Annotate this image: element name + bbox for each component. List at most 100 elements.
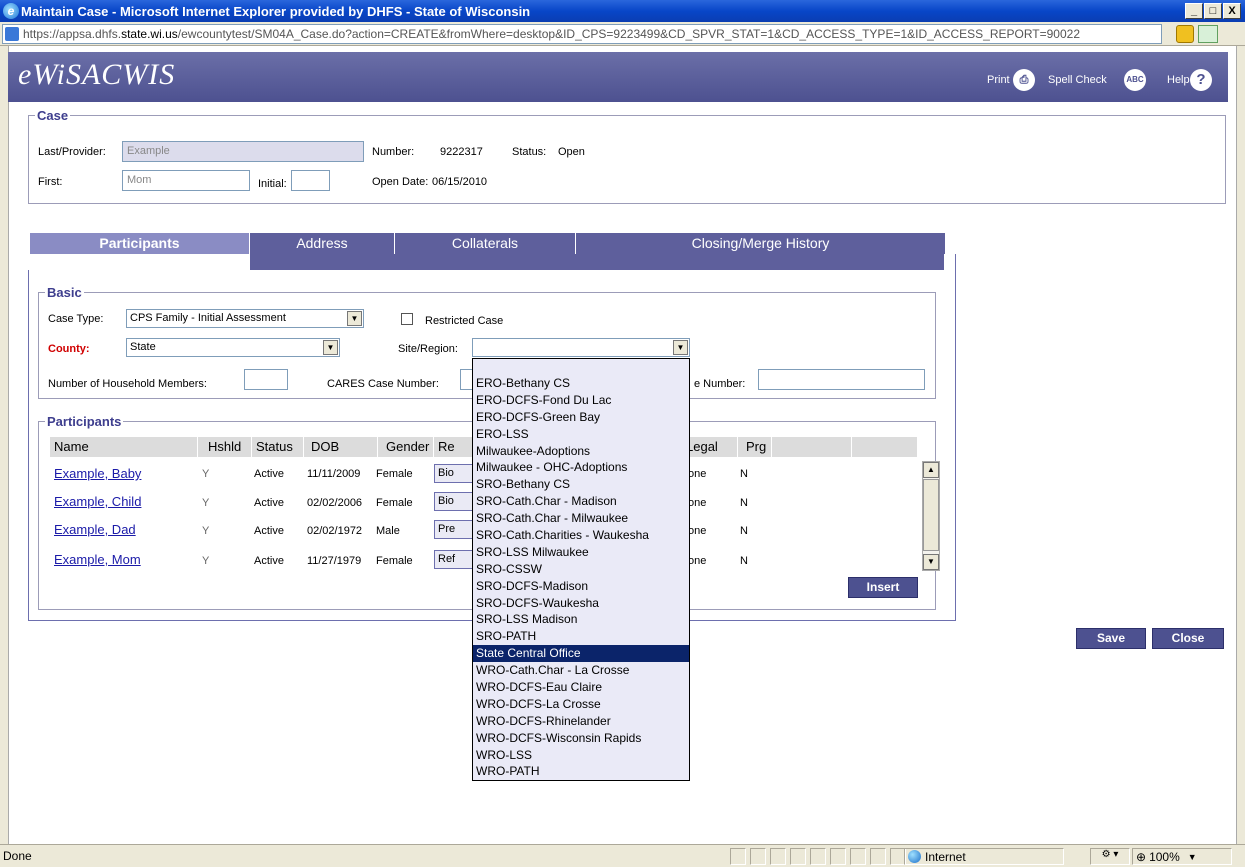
window-titlebar[interactable]: e Maintain Case - Microsoft Internet Exp… [0, 0, 1245, 22]
address-input[interactable]: https://appsa.dhfs. state.wi.us/ewcountyt… [2, 24, 1162, 44]
household-members-input[interactable] [244, 369, 288, 390]
dropdown-option[interactable]: SRO-PATH [473, 628, 689, 645]
participant-link[interactable]: Example, Baby [54, 466, 141, 481]
legal-cell: one [688, 497, 707, 509]
help-link[interactable]: Help [1167, 74, 1190, 86]
help-icon[interactable]: ? [1190, 69, 1212, 91]
dropdown-option[interactable]: Milwaukee-Adoptions [473, 443, 689, 460]
hshld-cell: Y [202, 497, 210, 509]
status-cell-1 [730, 848, 746, 865]
dropdown-option[interactable]: SRO-DCFS-Madison [473, 578, 689, 595]
dropdown-option[interactable]: ERO-DCFS-Fond Du Lac [473, 392, 689, 409]
dob-cell: 11/11/2009 [307, 468, 361, 480]
gender-cell: Female [376, 555, 413, 567]
dropdown-options: ERO-Bethany CS ERO-DCFS-Fond Du Lac ERO-DC… [473, 375, 689, 780]
scroll-thumb[interactable] [923, 479, 939, 551]
dropdown-option[interactable]: WRO-LSS [473, 747, 689, 764]
col-extra-2 [852, 437, 918, 457]
tab-closing-merge-history[interactable]: Closing/Merge History [576, 233, 946, 254]
tab-participants[interactable]: Participants [30, 233, 250, 254]
open-date-value: 06/15/2010 [432, 176, 488, 188]
magnifier-icon: ⊕ [1136, 849, 1147, 864]
status-cell-5 [810, 848, 826, 865]
last-provider-input[interactable]: Example [122, 141, 364, 162]
close-button[interactable]: Close [1152, 628, 1224, 649]
site-region-dropdown-list[interactable]: ERO-Bethany CS ERO-DCFS-Fond Du Lac ERO-DC… [472, 358, 690, 781]
case-type-select[interactable]: CPS Family - Initial Assessment ▼ [126, 309, 364, 328]
dropdown-option[interactable]: SRO-Cath.Charities - Waukesha [473, 527, 689, 544]
window-frame-left [0, 46, 9, 844]
dropdown-option[interactable]: ERO-LSS [473, 426, 689, 443]
participant-link[interactable]: Example, Dad [54, 522, 136, 537]
save-button[interactable]: Save [1076, 628, 1146, 649]
legal-cell: one [688, 525, 707, 537]
number-label: Number: [372, 146, 415, 158]
dropdown-option[interactable]: WRO-Cath.Char - La Crosse [473, 662, 689, 679]
dropdown-option[interactable]: Milwaukee - OHC-Adoptions [473, 459, 689, 476]
dropdown-option[interactable]: SRO-Bethany CS [473, 476, 689, 493]
status-cell-8 [870, 848, 886, 865]
print-link[interactable]: Print [987, 74, 1010, 86]
relationship-select[interactable]: Ref [434, 550, 474, 569]
scroll-up-icon[interactable]: ▲ [923, 462, 939, 478]
dropdown-option[interactable]: SRO-Cath.Char - Milwaukee [473, 510, 689, 527]
other-number-label: e Number: [694, 378, 746, 390]
dropdown-blank-option[interactable] [473, 359, 689, 375]
printer-icon[interactable]: ⎙ [1013, 69, 1035, 91]
minimize-button[interactable]: _ [1185, 3, 1203, 19]
relationship-select[interactable]: Bio [434, 492, 474, 511]
security-zone[interactable]: Internet [904, 848, 1064, 865]
col-status: Status [252, 437, 304, 457]
dropdown-option[interactable]: SRO-Cath.Char - Madison [473, 493, 689, 510]
tab-active-gap [28, 254, 250, 270]
dropdown-option[interactable]: SRO-LSS Milwaukee [473, 544, 689, 561]
tab-collaterals[interactable]: Collaterals [395, 233, 576, 254]
participants-scrollbar[interactable]: ▲ ▼ [922, 461, 940, 571]
hshld-cell: Y [202, 468, 210, 480]
gender-cell: Female [376, 468, 413, 480]
maximize-button[interactable]: □ [1204, 3, 1222, 19]
dropdown-option[interactable]: ERO-DCFS-Green Bay [473, 409, 689, 426]
protected-mode-icon[interactable]: ⚙ ▾ [1090, 848, 1130, 865]
initial-input[interactable] [291, 170, 330, 191]
status-cell: Active [254, 555, 284, 567]
close-window-button[interactable]: X [1223, 3, 1241, 19]
relationship-select[interactable]: Bio [434, 464, 474, 483]
col-dob: DOB [304, 437, 378, 457]
dropdown-option[interactable]: SRO-DCFS-Waukesha [473, 595, 689, 612]
tab-address[interactable]: Address [250, 233, 395, 254]
other-number-input[interactable] [758, 369, 925, 390]
participant-link[interactable]: Example, Child [54, 494, 141, 509]
dropdown-option[interactable]: WRO-PATH [473, 763, 689, 780]
gender-cell: Male [376, 525, 400, 537]
dropdown-option[interactable]: SRO-LSS Madison [473, 611, 689, 628]
status-cell: Active [254, 525, 284, 537]
relationship-select[interactable]: Pre [434, 520, 474, 539]
scroll-down-icon[interactable]: ▼ [923, 554, 939, 570]
county-select[interactable]: State ▼ [126, 338, 340, 357]
dropdown-option[interactable]: ERO-Bethany CS [473, 375, 689, 392]
dropdown-option[interactable]: State Central Office [473, 645, 689, 663]
col-prg: Prg [738, 437, 772, 457]
restricted-case-label: Restricted Case [425, 315, 504, 327]
participant-link[interactable]: Example, Mom [54, 552, 141, 567]
county-label: County: [48, 343, 90, 355]
dropdown-option[interactable]: WRO-DCFS-Eau Claire [473, 679, 689, 696]
legal-cell: one [688, 555, 707, 567]
lock-icon[interactable] [1176, 25, 1194, 43]
last-provider-label: Last/Provider: [38, 146, 106, 158]
dropdown-option[interactable]: WRO-DCFS-Wisconsin Rapids [473, 730, 689, 747]
zoom-control[interactable]: ⊕ 100% ▼ [1132, 848, 1232, 865]
col-hshld: Hshld [198, 437, 252, 457]
dropdown-option[interactable]: SRO-CSSW [473, 561, 689, 578]
spell-check-link[interactable]: Spell Check [1048, 74, 1107, 86]
restricted-case-checkbox[interactable] [401, 313, 413, 325]
hshld-cell: Y [202, 555, 210, 567]
spell-check-icon[interactable]: ABC [1124, 69, 1146, 91]
dropdown-option[interactable]: WRO-DCFS-La Crosse [473, 696, 689, 713]
go-icon[interactable] [1198, 25, 1218, 43]
site-region-select[interactable]: ▼ [472, 338, 690, 357]
dropdown-option[interactable]: WRO-DCFS-Rhinelander [473, 713, 689, 730]
insert-button[interactable]: Insert [848, 577, 918, 598]
first-name-input[interactable]: Mom [122, 170, 250, 191]
